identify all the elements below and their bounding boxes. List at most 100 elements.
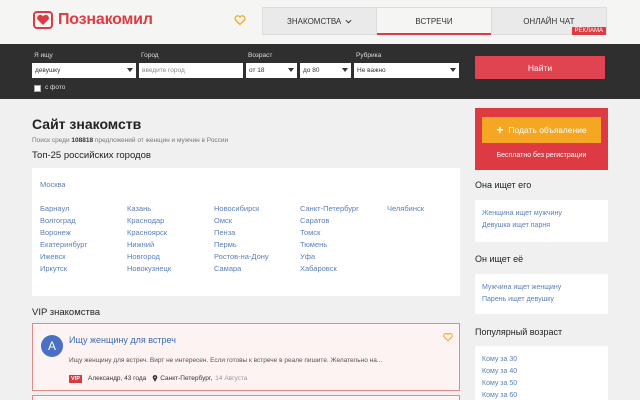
city-link[interactable]: Санкт-Петербург: [300, 204, 359, 213]
city-link[interactable]: Новгород: [127, 252, 160, 261]
city-link[interactable]: Иркутск: [40, 264, 67, 273]
vip-badge: VIP: [69, 375, 82, 383]
city-link[interactable]: Самара: [214, 264, 241, 273]
find-button[interactable]: Найти: [475, 56, 605, 79]
dropdown-arrow-icon: [127, 68, 133, 72]
page-title: Сайт знакомств: [32, 116, 142, 132]
rubric-value: Не важно: [357, 67, 386, 74]
age-link[interactable]: Кому за 50: [482, 380, 517, 387]
he-seeks-box: Мужчина ищет женщину Парень ищет девушку: [475, 274, 608, 314]
city-link[interactable]: Омск: [214, 216, 232, 225]
vip-title: VIP знакомства: [32, 307, 101, 318]
vip-card[interactable]: [32, 395, 460, 400]
cities-panel: Москва Барнаул Волгоград Воронеж Екатери…: [32, 168, 460, 296]
city-link[interactable]: Саратов: [300, 216, 329, 225]
city-link[interactable]: Челябинск: [387, 204, 424, 213]
seek-select[interactable]: девушку: [32, 63, 136, 78]
age-link[interactable]: Кому за 60: [482, 392, 517, 399]
dropdown-arrow-icon: [342, 68, 348, 72]
seek-value: девушку: [35, 67, 61, 74]
city-link[interactable]: Пермь: [214, 240, 237, 249]
vip-card-text: Ищу женщину для встреч. Вирт не интересе…: [69, 357, 383, 364]
logo-text: Познакомил: [58, 11, 153, 28]
card-city: Санкт-Петербург,: [160, 375, 213, 382]
nav-online-chat[interactable]: ОНЛАЙН ЧАТ Реклама: [491, 8, 606, 35]
city-link[interactable]: Новосибирск: [214, 204, 259, 213]
dropdown-arrow-icon: [450, 68, 456, 72]
city-link[interactable]: Ростов-на-Дону: [214, 252, 269, 261]
post-ad-label: Подать объявление: [508, 125, 587, 135]
she-seeks-link[interactable]: Девушка ищет парня: [482, 222, 550, 229]
nav-online-chat-label: ОНЛАЙН ЧАТ: [523, 16, 575, 26]
rubric-select[interactable]: Не важно: [354, 63, 459, 78]
city-link-moscow[interactable]: Москва: [40, 180, 66, 189]
cities-title: Топ-25 российских городов: [32, 150, 151, 161]
location-pin-icon: [153, 375, 158, 382]
nav-meetings[interactable]: ВСТРЕЧИ: [377, 8, 492, 35]
page-subtitle: Поиск среди 108818 предложений от женщин…: [32, 137, 228, 144]
he-seeks-link[interactable]: Мужчина ищет женщину: [482, 284, 561, 291]
subtitle-prefix: Поиск среди: [32, 137, 70, 144]
post-ad-button[interactable]: + Подать объявление: [482, 117, 601, 143]
city-input[interactable]: введите город: [139, 63, 243, 78]
site-header: Познакомил ЗНАКОМСТВА ВСТРЕЧИ ОНЛАЙН ЧАТ…: [0, 0, 640, 44]
photo-checkbox[interactable]: [34, 85, 41, 92]
she-seeks-title: Она ищет его: [475, 180, 532, 190]
nav-dating[interactable]: ЗНАКОМСТВА: [263, 8, 378, 34]
search-bar: Я ищу девушку Город введите город Возрас…: [0, 44, 640, 99]
vip-card-meta: Александр, 43 года Санкт-Петербург, 14 А…: [88, 375, 247, 382]
popular-age-box: Кому за 30 Кому за 40 Кому за 50 Кому за…: [475, 346, 608, 400]
city-link[interactable]: Екатеринбург: [40, 240, 87, 249]
popular-age-title: Популярный возраст: [475, 327, 563, 337]
city-link[interactable]: Волгоград: [40, 216, 76, 225]
age-link[interactable]: Кому за 40: [482, 368, 517, 375]
rubric-label: Рубрика: [356, 52, 382, 59]
he-seeks-link[interactable]: Парень ищет девушку: [482, 296, 554, 303]
city-link[interactable]: Красноярск: [127, 228, 167, 237]
city-link[interactable]: Краснодар: [127, 216, 164, 225]
plus-icon: +: [496, 123, 504, 137]
city-placeholder: введите город: [142, 67, 185, 74]
age-to-value: до 80: [303, 67, 320, 74]
ad-badge: Реклама: [571, 27, 606, 35]
city-link[interactable]: Хабаровск: [300, 264, 337, 273]
city-label: Город: [141, 52, 159, 59]
city-link[interactable]: Новокузнецк: [127, 264, 171, 273]
logo-heart-icon: [33, 11, 53, 29]
age-link[interactable]: Кому за 30: [482, 356, 517, 363]
photo-checkbox-label: с фото: [45, 84, 66, 91]
city-link[interactable]: Пенза: [214, 228, 235, 237]
author: Александр, 43 года: [88, 375, 147, 382]
city-link[interactable]: Казань: [127, 204, 151, 213]
offers-count: 108818: [71, 137, 94, 144]
city-link[interactable]: Барнаул: [40, 204, 69, 213]
age-to-select[interactable]: до 80: [300, 63, 351, 78]
he-seeks-title: Он ищет её: [475, 254, 524, 264]
age-label: Возраст: [248, 52, 273, 59]
logo[interactable]: Познакомил: [33, 10, 153, 30]
post-ad-note: Бесплатно без регистрации: [496, 152, 587, 159]
post-ad-block: + Подать объявление Бесплатно без регист…: [475, 108, 608, 170]
favorites-heart-icon[interactable]: [234, 14, 246, 26]
city-link[interactable]: Нижний: [127, 240, 154, 249]
city-link[interactable]: Воронеж: [40, 228, 71, 237]
main-nav: ЗНАКОМСТВА ВСТРЕЧИ ОНЛАЙН ЧАТ Реклама: [262, 7, 607, 35]
city-link[interactable]: Томск: [300, 228, 320, 237]
age-from-select[interactable]: от 18: [246, 63, 297, 78]
she-seeks-link[interactable]: Женщина ищет мужчину: [482, 210, 562, 217]
age-from-value: от 18: [249, 67, 265, 74]
vip-card[interactable]: А Ищу женщину для встреч Ищу женщину для…: [32, 323, 460, 391]
dropdown-arrow-icon: [288, 68, 294, 72]
she-seeks-box: Женщина ищет мужчину Девушка ищет парня: [475, 200, 608, 242]
chevron-down-icon: [345, 19, 352, 24]
nav-dating-label: ЗНАКОМСТВА: [287, 16, 342, 26]
favorite-heart-icon[interactable]: [443, 332, 453, 342]
nav-meetings-label: ВСТРЕЧИ: [415, 16, 453, 26]
avatar[interactable]: А: [41, 335, 63, 357]
city-link[interactable]: Уфа: [300, 252, 315, 261]
city-link[interactable]: Ижевск: [40, 252, 66, 261]
subtitle-suffix: предложений от женщин и мужчин в России: [94, 137, 229, 144]
city-link[interactable]: Тюмень: [300, 240, 327, 249]
vip-card-title[interactable]: Ищу женщину для встреч: [69, 335, 176, 345]
seek-label: Я ищу: [34, 52, 53, 59]
